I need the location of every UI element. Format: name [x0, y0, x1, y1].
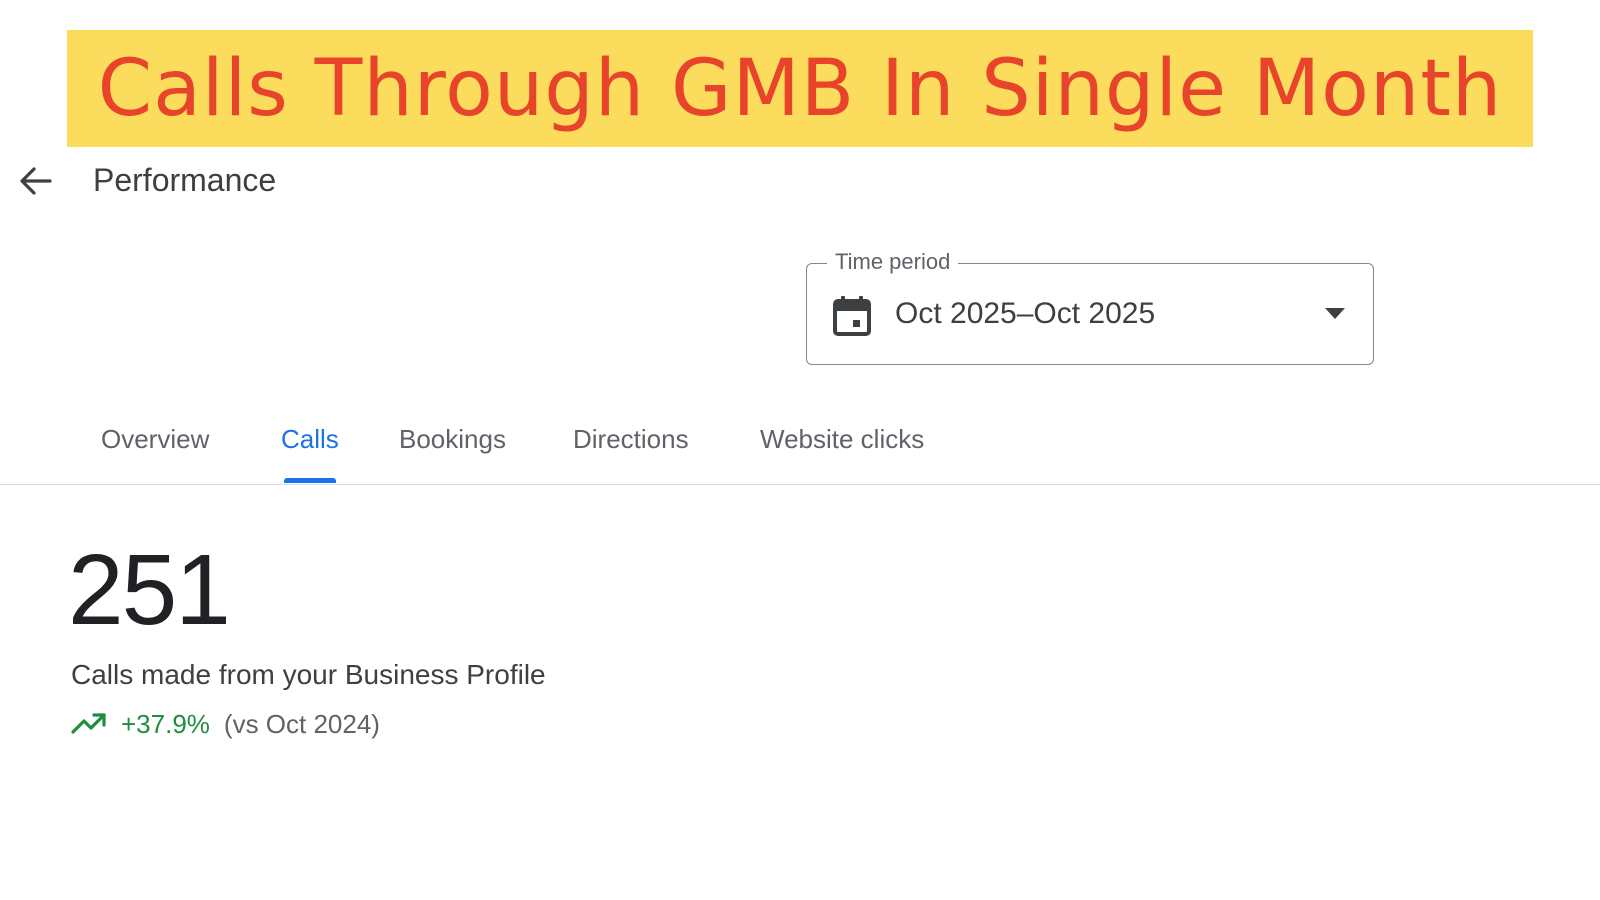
page-title: Performance	[93, 162, 277, 198]
title-banner: Calls Through GMB In Single Month	[67, 30, 1533, 147]
active-tab-indicator	[284, 478, 336, 483]
trending-up-icon	[71, 713, 106, 734]
time-period-select[interactable]: Time period Oct 2025–Oct 2025	[806, 248, 1374, 365]
time-period-value: Oct 2025–Oct 2025	[895, 297, 1156, 330]
tab-bar: Overview Calls Bookings Directions Websi…	[0, 408, 1600, 485]
tab-calls[interactable]: Calls	[281, 424, 339, 455]
tab-website-clicks[interactable]: Website clicks	[760, 424, 924, 455]
calls-count: 251	[68, 534, 231, 646]
back-button[interactable]	[14, 160, 56, 202]
trend-comparison: (vs Oct 2024)	[223, 708, 380, 739]
trend-row: +37.9% (vs Oct 2024)	[71, 706, 380, 742]
calendar-icon	[833, 296, 871, 336]
tab-overview[interactable]: Overview	[101, 424, 209, 455]
tab-bookings[interactable]: Bookings	[399, 424, 506, 455]
arrow-drop-down-icon	[1325, 308, 1345, 319]
trend-percentage: +37.9%	[121, 708, 210, 739]
arrow-back-icon	[20, 167, 52, 195]
banner-title: Calls Through GMB In Single Month	[97, 43, 1503, 134]
time-period-label: Time period	[827, 248, 959, 276]
calls-description: Calls made from your Business Profile	[71, 659, 546, 690]
tab-directions[interactable]: Directions	[573, 424, 689, 455]
